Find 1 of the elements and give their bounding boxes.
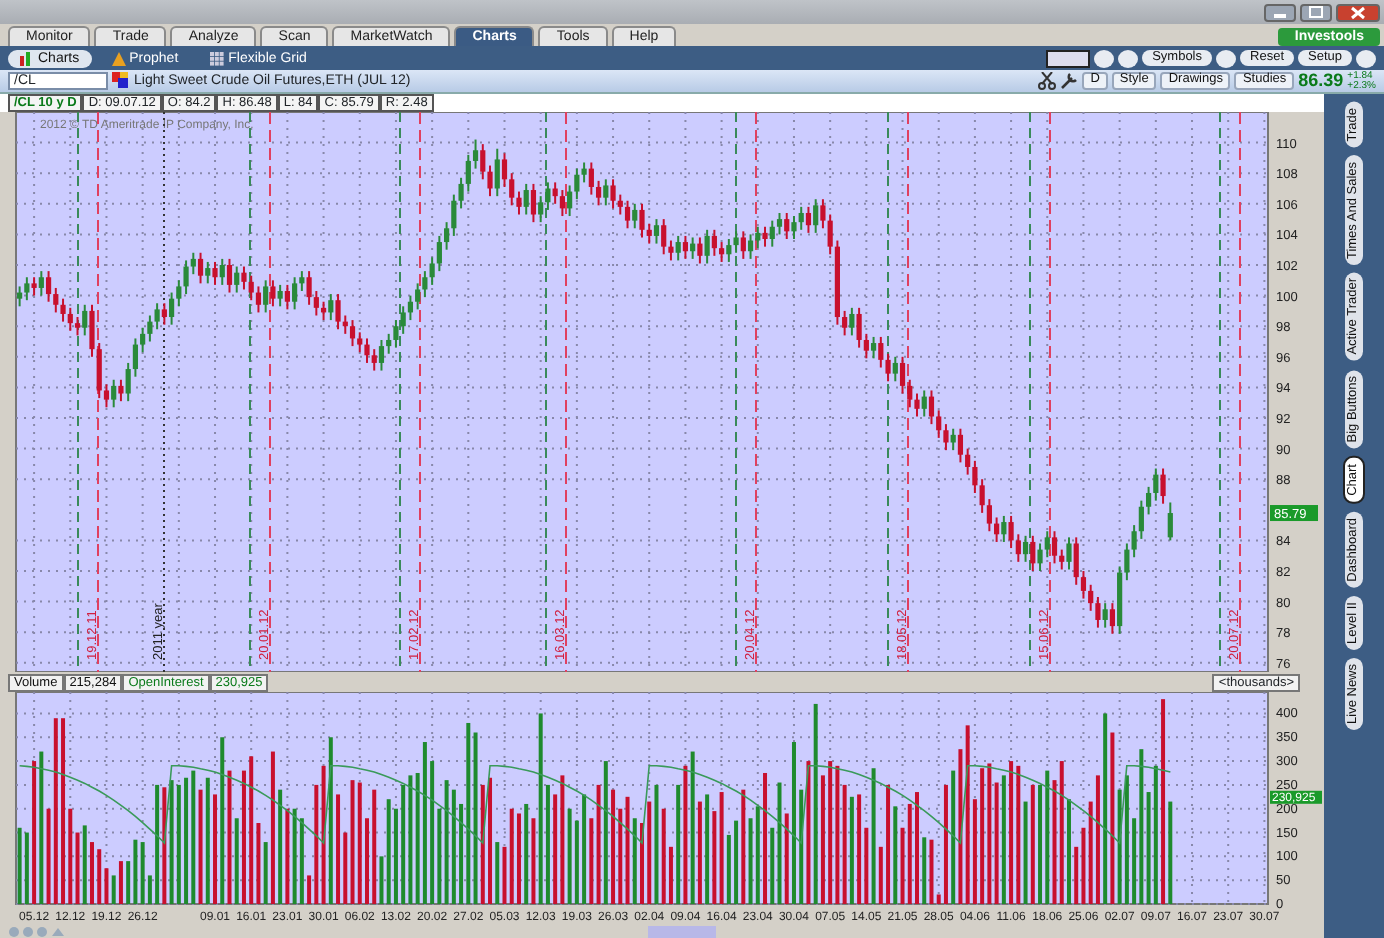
last-price: 86.39: [1298, 72, 1344, 90]
